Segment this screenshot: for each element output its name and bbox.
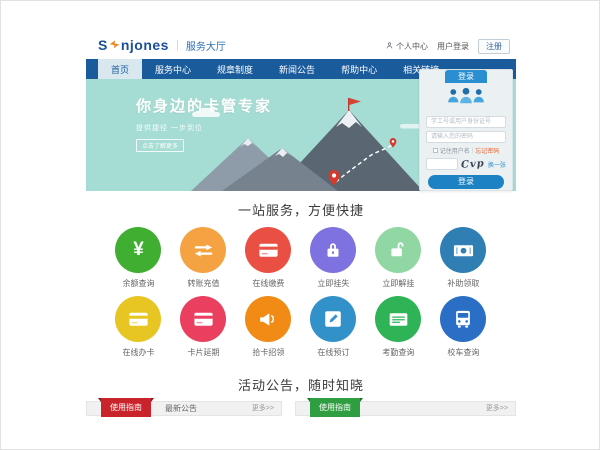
nav-item-首页[interactable]: 首页 [98, 59, 142, 79]
service-item[interactable]: 在线缴费 [236, 227, 301, 289]
logo-divider: | [176, 39, 179, 51]
guide-panel-header-right: 使用指南 更多>> [295, 401, 516, 416]
user-login-label: 用户登录 [437, 41, 469, 52]
services-grid: ¥ 余额查询转账充值在线缴费立即挂失立即解挂补助领取在线办卡卡片延期拾卡招领在线预… [86, 219, 516, 365]
edit-pencil-icon [310, 296, 356, 342]
service-label: 余额查询 [106, 278, 171, 289]
services-title: 一站服务，方便快捷 [86, 191, 516, 219]
services-section: 一站服务，方便快捷 ¥ 余额查询转账充值在线缴费立即挂失立即解挂补助领取在线办卡卡… [86, 191, 516, 366]
remember-checkbox[interactable] [433, 148, 438, 153]
personal-center-label: 个人中心 [396, 41, 428, 52]
service-label: 拾卡招领 [236, 347, 301, 358]
banknote-icon [440, 227, 486, 273]
captcha-row: Cvp 换一张 [420, 158, 512, 170]
latest-announcements-tab[interactable]: 最新公告 [165, 402, 197, 416]
bus-icon [440, 296, 486, 342]
password-input[interactable] [426, 131, 506, 143]
logo-text-rest: njones [121, 37, 169, 53]
remember-divider: | [472, 148, 474, 154]
announcements-section: 活动公告，随时知晓 使用指南 最新公告 更多>> 使用指南 更多>> [86, 366, 516, 421]
hero-text-block: 你身边的卡管专家 提供捷径 一步到位 点击了解更多 [136, 95, 272, 153]
bank-card-icon [245, 227, 291, 273]
site-container: S njones | 服务大厅 个人中心 用户登录 注册 [86, 31, 516, 421]
person-icon [385, 41, 394, 52]
register-button[interactable]: 注册 [478, 39, 510, 54]
attendance-list-icon [375, 296, 421, 342]
transfer-arrows-icon [180, 227, 226, 273]
users-group-icon [444, 86, 488, 106]
yen-symbol-icon: ¥ [115, 227, 161, 273]
service-item[interactable]: 转账充值 [171, 227, 236, 289]
login-panel: 登录 记住用户名 | 忘记密码 [419, 69, 513, 191]
captcha-image[interactable]: Cvp [461, 158, 485, 171]
hero-subtitle: 提供捷径 一步到位 [136, 123, 272, 133]
guide-ribbon-tab[interactable]: 使用指南 [101, 398, 151, 417]
announcements-title: 活动公告，随时知晓 [86, 366, 516, 394]
personal-center-link[interactable]: 个人中心 [385, 41, 428, 52]
service-item[interactable]: 在线预订 [301, 296, 366, 358]
hero-cta-button[interactable]: 点击了解更多 [136, 139, 184, 152]
forgot-password-link[interactable]: 忘记密码 [475, 146, 499, 155]
service-item[interactable]: 补助领取 [431, 227, 496, 289]
page-frame: S njones | 服务大厅 个人中心 用户登录 注册 [0, 0, 600, 450]
unlock-icon [375, 227, 421, 273]
nav-item-服务中心[interactable]: 服务中心 [142, 59, 204, 79]
service-item[interactable]: 考勤查询 [366, 296, 431, 358]
captcha-refresh-link[interactable]: 换一张 [488, 160, 506, 169]
nav-item-新闻公告[interactable]: 新闻公告 [266, 59, 328, 79]
service-label: 在线预订 [301, 347, 366, 358]
service-item[interactable]: 拾卡招领 [236, 296, 301, 358]
logo[interactable]: S njones | 服务大厅 [98, 36, 226, 54]
right-more-link[interactable]: 更多>> [486, 402, 508, 416]
logo-text-prefix: S [98, 37, 108, 53]
service-item[interactable]: 在线办卡 [106, 296, 171, 358]
portal-name: 服务大厅 [186, 38, 226, 53]
service-label: 在线缴费 [236, 278, 301, 289]
megaphone-icon [245, 296, 291, 342]
nav-item-帮助中心[interactable]: 帮助中心 [328, 59, 390, 79]
login-tab[interactable]: 登录 [445, 70, 487, 83]
service-label: 立即解挂 [366, 278, 431, 289]
service-label: 校车查询 [431, 347, 496, 358]
service-item[interactable]: 立即解挂 [366, 227, 431, 289]
service-item[interactable]: 卡片延期 [171, 296, 236, 358]
guide-ribbon-tab-right[interactable]: 使用指南 [310, 398, 360, 417]
service-item[interactable]: 校车查询 [431, 296, 496, 358]
left-more-link[interactable]: 更多>> [252, 402, 274, 416]
username-input[interactable] [426, 116, 506, 128]
top-bar: S njones | 服务大厅 个人中心 用户登录 注册 [86, 31, 516, 59]
remember-row: 记住用户名 | 忘记密码 [420, 146, 512, 155]
login-submit-button[interactable]: 登录 [428, 175, 504, 189]
header-links: 个人中心 用户登录 注册 [385, 39, 510, 54]
remember-label: 记住用户名 [440, 146, 470, 155]
announcement-bars: 使用指南 最新公告 更多>> 使用指南 更多>> [86, 401, 516, 416]
lock-icon [310, 227, 356, 273]
bank-card-icon [115, 296, 161, 342]
logo-arrow-icon [109, 36, 120, 54]
service-label: 立即挂失 [301, 278, 366, 289]
bank-card-icon [180, 296, 226, 342]
user-login-link[interactable]: 用户登录 [437, 41, 469, 52]
guide-panel-header: 使用指南 最新公告 更多>> [86, 401, 282, 416]
service-item[interactable]: 立即挂失 [301, 227, 366, 289]
service-label: 在线办卡 [106, 347, 171, 358]
service-label: 补助领取 [431, 278, 496, 289]
hero-banner: 你身边的卡管专家 提供捷径 一步到位 点击了解更多 [86, 79, 516, 191]
service-item[interactable]: ¥ 余额查询 [106, 227, 171, 289]
service-label: 考勤查询 [366, 347, 431, 358]
nav-item-规章制度[interactable]: 规章制度 [204, 59, 266, 79]
hero-title: 你身边的卡管专家 [136, 95, 272, 116]
service-label: 卡片延期 [171, 347, 236, 358]
service-label: 转账充值 [171, 278, 236, 289]
captcha-input[interactable] [426, 158, 458, 170]
